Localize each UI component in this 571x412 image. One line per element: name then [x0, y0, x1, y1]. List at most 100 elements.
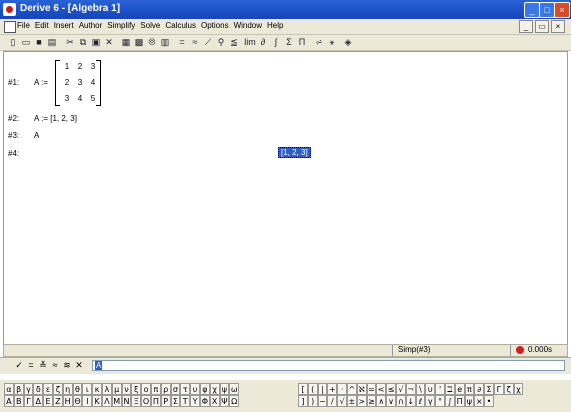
greek-key[interactable]: Φ	[199, 395, 210, 407]
enter-icon[interactable]: ✓	[14, 360, 24, 371]
menu-item[interactable]: Solve	[140, 21, 160, 30]
symbol-key[interactable]: Γ	[493, 383, 504, 395]
text-object-icon[interactable]: ▦	[120, 36, 132, 48]
symbol-key[interactable]: e	[454, 383, 465, 395]
greek-key[interactable]: η	[62, 383, 73, 395]
greek-key[interactable]: θ	[72, 383, 83, 395]
delete-icon[interactable]: ✕	[103, 36, 115, 48]
close-button[interactable]: ×	[554, 2, 570, 18]
greek-key[interactable]: Σ	[170, 395, 181, 407]
symbol-key[interactable]: √	[337, 395, 347, 407]
symbol-key[interactable]: ℶ	[444, 383, 455, 395]
zoom-icon[interactable]: ⚲	[215, 36, 227, 48]
edit-icon[interactable]: ▩	[133, 36, 145, 48]
symbol-key[interactable]: π	[464, 383, 475, 395]
greek-key[interactable]: ζ	[52, 383, 63, 395]
approx-icon[interactable]: ≈	[50, 360, 60, 371]
greek-key[interactable]: ρ	[160, 383, 171, 395]
doc-minimize-button[interactable]: _	[519, 20, 533, 33]
doc-close-button[interactable]: ×	[551, 20, 565, 33]
symbol-key[interactable]: ∂	[474, 383, 485, 395]
greek-key[interactable]: ξ	[131, 383, 142, 395]
symbol-key[interactable]: ^	[346, 383, 357, 395]
menu-item[interactable]: Calculus	[165, 21, 196, 30]
symbol-key[interactable]: ℓ	[415, 395, 426, 407]
expression-text[interactable]: A	[34, 131, 39, 140]
open-icon[interactable]: ▭	[20, 36, 32, 48]
symbol-key[interactable]: ζ	[503, 383, 514, 395]
cancel-icon[interactable]: ✕	[74, 360, 84, 371]
greek-key[interactable]: μ	[111, 383, 122, 395]
product-icon[interactable]: Π	[296, 36, 308, 48]
symbol-key[interactable]: ℵ	[356, 383, 367, 395]
greek-key[interactable]: Δ	[33, 395, 44, 407]
cut-icon[interactable]: ✂	[64, 36, 76, 48]
book-icon[interactable]: ◈	[342, 36, 354, 48]
greek-key[interactable]: Ω	[229, 395, 240, 407]
symbol-key[interactable]: \	[415, 383, 426, 395]
menu-item[interactable]: Window	[234, 21, 262, 30]
greek-key[interactable]: σ	[170, 383, 181, 395]
greek-key[interactable]: ν	[121, 383, 132, 395]
greek-key[interactable]: Γ	[23, 395, 34, 407]
greek-key[interactable]: Ζ	[52, 395, 63, 407]
greek-key[interactable]: Λ	[101, 395, 112, 407]
symbol-key[interactable]: )	[307, 395, 318, 407]
new-icon[interactable]: ▯	[7, 36, 19, 48]
greek-key[interactable]: ι	[82, 383, 93, 395]
symbol-key[interactable]: ψ	[464, 395, 475, 407]
greek-key[interactable]: Τ	[180, 395, 191, 407]
symbol-key[interactable]: [	[298, 383, 308, 395]
integral-icon[interactable]: ∫	[270, 36, 282, 48]
taylor-icon[interactable]: ⩫	[313, 36, 325, 48]
simplify-icon[interactable]: =	[176, 36, 188, 48]
greek-key[interactable]: Ψ	[219, 395, 230, 407]
greek-key[interactable]: Κ	[92, 395, 102, 407]
greek-key[interactable]: λ	[101, 383, 112, 395]
greek-key[interactable]: ψ	[219, 383, 230, 395]
greek-key[interactable]: Α	[4, 395, 14, 407]
menu-item[interactable]: Insert	[54, 21, 74, 30]
result-expression[interactable]: [1, 2, 3]	[278, 147, 311, 158]
symbol-key[interactable]: ±	[346, 395, 357, 407]
expression-entry-input[interactable]: A	[92, 360, 565, 371]
greek-key[interactable]: γ	[23, 383, 34, 395]
greek-key[interactable]: β	[13, 383, 24, 395]
substitute-icon[interactable]: ≦	[228, 36, 240, 48]
symbol-key[interactable]: °	[435, 395, 445, 407]
greek-key[interactable]: α	[4, 383, 14, 395]
greek-key[interactable]: Ε	[43, 395, 53, 407]
plot-icon[interactable]: ⟋	[202, 36, 214, 48]
menu-item[interactable]: Help	[267, 21, 283, 30]
symbol-key[interactable]: ¬	[405, 383, 416, 395]
menu-item[interactable]: Author	[79, 21, 103, 30]
greek-key[interactable]: Η	[62, 395, 73, 407]
symbol-key[interactable]: =	[366, 383, 377, 395]
greek-key[interactable]: φ	[199, 383, 210, 395]
symbol-key[interactable]: +	[327, 383, 338, 395]
doc-restore-button[interactable]: ▭	[535, 20, 549, 33]
greek-key[interactable]: Ο	[141, 395, 151, 407]
enter-simplify-icon[interactable]: ≚	[38, 360, 48, 371]
symbol-key[interactable]: •	[484, 395, 494, 407]
symbol-key[interactable]: '	[435, 383, 445, 395]
greek-key[interactable]: Ρ	[160, 395, 171, 407]
symbol-key[interactable]: ∩	[395, 395, 406, 407]
symbol-key[interactable]: (	[307, 383, 318, 395]
enter-approx-icon[interactable]: ≋	[62, 360, 72, 371]
greek-key[interactable]: Χ	[209, 395, 220, 407]
symbol-key[interactable]: ≤	[386, 383, 396, 395]
algebra-window[interactable]: #1: A := 123234345 #2: A := [1, 2, 3] #3…	[3, 51, 568, 346]
document-icon[interactable]	[4, 21, 16, 33]
symbol-key[interactable]: ∪	[425, 383, 436, 395]
sum-icon[interactable]: Σ	[283, 36, 295, 48]
copy-icon[interactable]: ⧉	[77, 36, 89, 48]
minimize-button[interactable]: _	[524, 2, 540, 18]
save-icon[interactable]: ■	[33, 36, 45, 48]
symbol-key[interactable]: χ	[513, 383, 524, 395]
approximate-icon[interactable]: ≈	[189, 36, 201, 48]
greek-key[interactable]: Υ	[190, 395, 200, 407]
app-icon[interactable]	[3, 3, 16, 16]
greek-key[interactable]: Μ	[111, 395, 122, 407]
symbol-key[interactable]: ·	[337, 383, 347, 395]
